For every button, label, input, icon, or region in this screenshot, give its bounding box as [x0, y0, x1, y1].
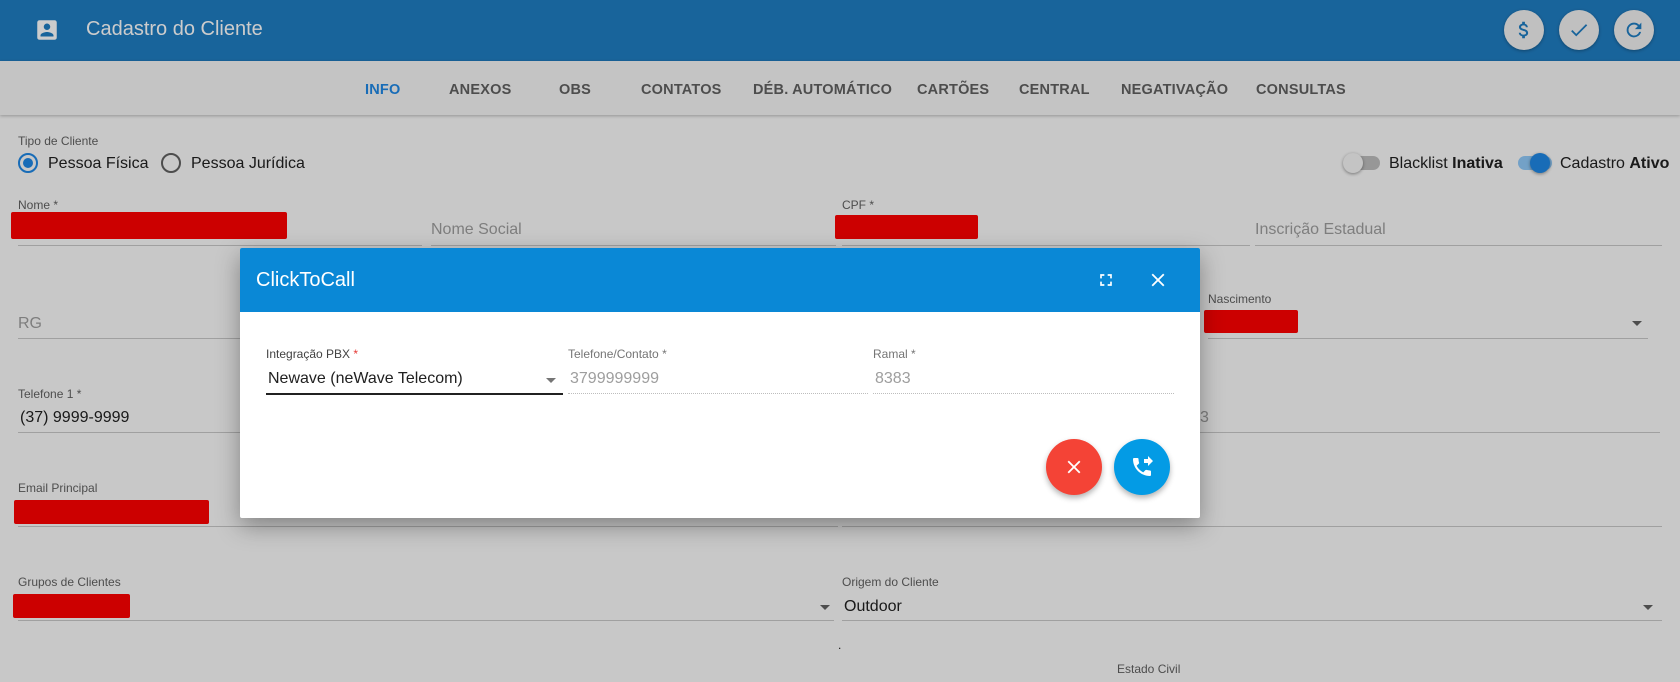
dialog-header: ClickToCall	[240, 248, 1200, 312]
ramal-input[interactable]: 8383	[875, 370, 911, 388]
telefone-contato-input[interactable]: 3799999999	[570, 370, 659, 388]
start-call-button[interactable]	[1114, 439, 1170, 495]
dialog-title: ClickToCall	[256, 269, 355, 291]
clicktocall-dialog: ClickToCall Integração PBX * Newave (neW…	[240, 248, 1200, 518]
cancel-call-button[interactable]	[1046, 439, 1102, 495]
telefone-contato-label: Telefone/Contato *	[568, 347, 667, 361]
integracao-dropdown-icon[interactable]	[546, 378, 556, 383]
fullscreen-button[interactable]	[1094, 268, 1118, 292]
integracao-label: Integração PBX *	[266, 347, 359, 361]
fullscreen-icon	[1100, 274, 1112, 286]
close-icon	[1151, 273, 1165, 287]
integracao-line	[266, 393, 563, 395]
phone-forward-icon	[1133, 456, 1153, 476]
ramal-label: Ramal *	[873, 347, 916, 361]
dialog-close-button[interactable]	[1146, 268, 1170, 292]
telefone-contato-line	[568, 393, 868, 394]
integracao-select[interactable]: Newave (neWave Telecom)	[268, 370, 463, 388]
ramal-line	[873, 393, 1174, 394]
close-icon	[1067, 460, 1081, 474]
